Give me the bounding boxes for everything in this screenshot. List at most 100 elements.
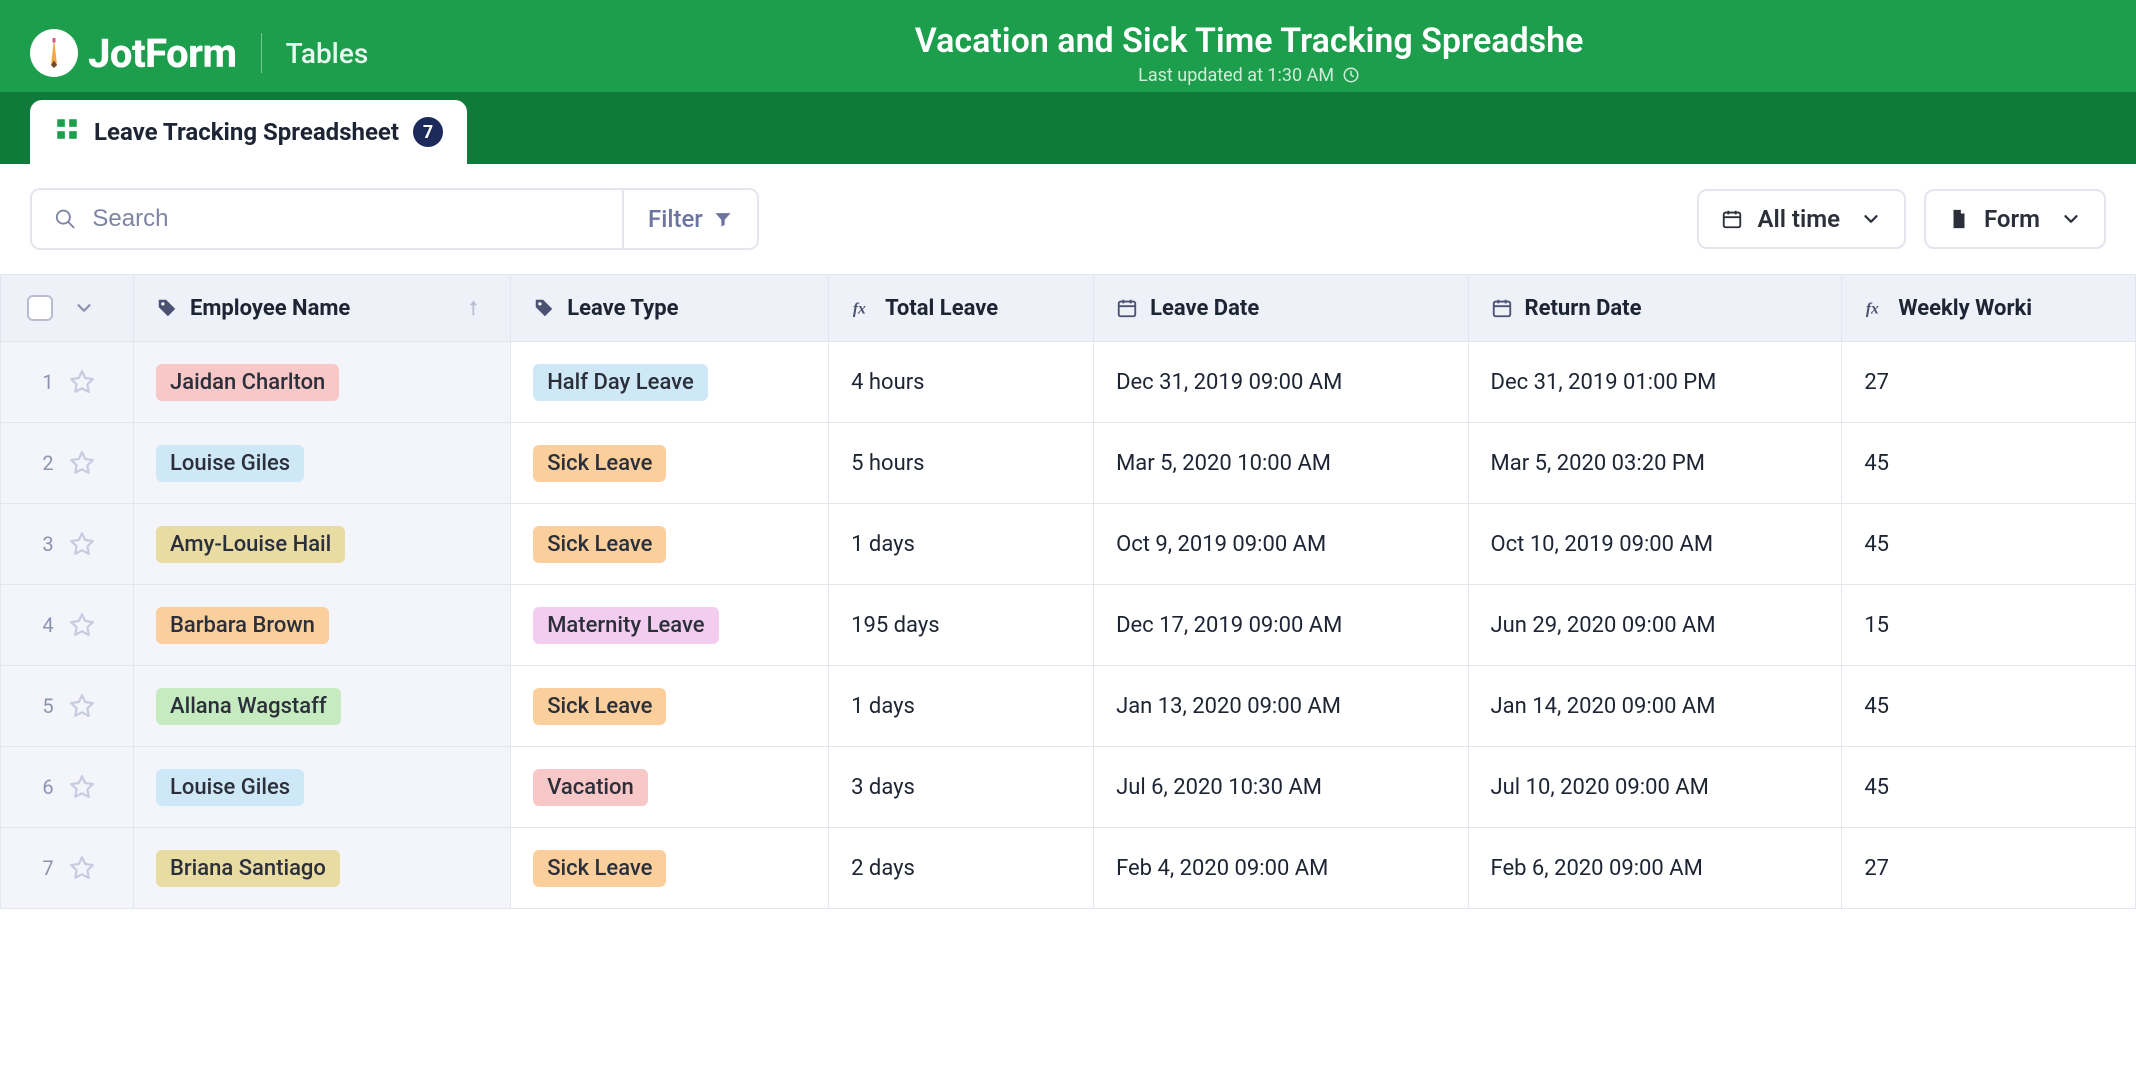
cell-leave-date[interactable]: Dec 17, 2019 09:00 AM [1094,585,1468,666]
column-label: Employee Name [190,296,350,321]
row-number: 5 [39,694,57,718]
star-icon[interactable] [69,612,95,638]
cell-leave-date[interactable]: Jul 6, 2020 10:30 AM [1094,747,1468,828]
table-row[interactable]: 2Louise GilesSick Leave5 hoursMar 5, 202… [1,423,2136,504]
cell-return-date[interactable]: Jul 10, 2020 09:00 AM [1468,747,1842,828]
app-header: JotForm Tables Vacation and Sick Time Tr… [0,0,2136,92]
cell-employee[interactable]: Allana Wagstaff [134,666,511,747]
cell-weekly-working[interactable]: 45 [1842,666,2136,747]
tab-label: Leave Tracking Spreadsheet [94,118,399,146]
cell-employee[interactable]: Barbara Brown [134,585,511,666]
chevron-down-icon [1860,208,1882,230]
cell-leave-date[interactable]: Dec 31, 2019 09:00 AM [1094,342,1468,423]
cell-employee[interactable]: Briana Santiago [134,828,511,909]
brand-logo[interactable]: JotForm [30,29,237,77]
calendar-icon [1721,208,1743,230]
calendar-icon [1491,297,1513,319]
star-icon[interactable] [69,450,95,476]
column-label: Weekly Worki [1898,296,2032,321]
timerange-button[interactable]: All time [1697,189,1906,249]
cell-leave-type[interactable]: Sick Leave [511,423,829,504]
cell-return-date[interactable]: Mar 5, 2020 03:20 PM [1468,423,1842,504]
cell-employee[interactable]: Louise Giles [134,747,511,828]
search-filter-group: Filter [30,188,759,250]
employee-chip: Jaidan Charlton [156,364,339,401]
cell-leave-date[interactable]: Mar 5, 2020 10:00 AM [1094,423,1468,504]
search-icon [54,207,76,231]
column-header-leave_date[interactable]: Leave Date [1094,275,1468,342]
cell-employee[interactable]: Amy-Louise Hail [134,504,511,585]
cell-leave-type[interactable]: Sick Leave [511,504,829,585]
cell-leave-type[interactable]: Maternity Leave [511,585,829,666]
column-label: Return Date [1525,296,1642,321]
cell-weekly-working[interactable]: 45 [1842,747,2136,828]
cell-total-leave[interactable]: 1 days [829,504,1094,585]
cell-total-leave[interactable]: 1 days [829,666,1094,747]
employee-chip: Barbara Brown [156,607,329,644]
cell-return-date[interactable]: Dec 31, 2019 01:00 PM [1468,342,1842,423]
product-name: Tables [286,37,369,70]
clock-icon [1342,66,1360,84]
cell-return-date[interactable]: Oct 10, 2019 09:00 AM [1468,504,1842,585]
cell-leave-type[interactable]: Vacation [511,747,829,828]
row-number: 3 [39,532,57,556]
fx-icon [1864,297,1886,319]
column-header-leave_type[interactable]: Leave Type [511,275,829,342]
star-icon[interactable] [69,531,95,557]
tag-icon [156,297,178,319]
row-gutter: 6 [1,747,134,828]
table-row[interactable]: 4Barbara BrownMaternity Leave195 daysDec… [1,585,2136,666]
cell-employee[interactable]: Jaidan Charlton [134,342,511,423]
cell-weekly-working[interactable]: 27 [1842,342,2136,423]
column-header-employee[interactable]: Employee Name [134,275,511,342]
cell-employee[interactable]: Louise Giles [134,423,511,504]
cell-weekly-working[interactable]: 15 [1842,585,2136,666]
select-all-checkbox[interactable] [27,295,53,321]
sort-icon[interactable] [466,297,488,319]
column-label: Leave Type [567,296,678,321]
cell-return-date[interactable]: Jan 14, 2020 09:00 AM [1468,666,1842,747]
cell-leave-date[interactable]: Oct 9, 2019 09:00 AM [1094,504,1468,585]
table-header-row: Employee Name Leave Type Total LeaveLeave … [1,275,2136,342]
cell-total-leave[interactable]: 5 hours [829,423,1094,504]
leave-type-chip: Sick Leave [533,688,666,725]
star-icon[interactable] [69,693,95,719]
cell-total-leave[interactable]: 195 days [829,585,1094,666]
table-row[interactable]: 1Jaidan CharltonHalf Day Leave4 hoursDec… [1,342,2136,423]
cell-leave-date[interactable]: Feb 4, 2020 09:00 AM [1094,828,1468,909]
cell-total-leave[interactable]: 4 hours [829,342,1094,423]
table-row[interactable]: 3 Amy-Louise HailSick Leave1 daysOct 9, 2… [1,504,2136,585]
star-icon[interactable] [69,855,95,881]
cell-weekly-working[interactable]: 27 [1842,828,2136,909]
column-header-return_date[interactable]: Return Date [1468,275,1842,342]
page-title[interactable]: Vacation and Sick Time Tracking Spreadsh… [839,21,1659,61]
column-header-total_leave[interactable]: Total Leave [829,275,1094,342]
table-row[interactable]: 5 Allana Wagstaff Sick Leave 1 daysJan 13, … [1,666,2136,747]
form-button[interactable]: Form [1924,189,2106,249]
employee-chip: Louise Giles [156,445,304,482]
table-scroll[interactable]: Employee Name Leave Type Total LeaveLeave … [0,274,2136,909]
cell-weekly-working[interactable]: 45 [1842,423,2136,504]
cell-leave-date[interactable]: Jan 13, 2020 09:00 AM [1094,666,1468,747]
grid-icon [54,116,80,148]
star-icon[interactable] [69,774,95,800]
select-header [1,275,134,342]
table-row[interactable]: 6Louise GilesVacation3 daysJul 6, 2020 1… [1,747,2136,828]
cell-leave-type[interactable]: Sick Leave [511,828,829,909]
cell-return-date[interactable]: Jun 29, 2020 09:00 AM [1468,585,1842,666]
cell-return-date[interactable]: Feb 6, 2020 09:00 AM [1468,828,1842,909]
leave-type-chip: Maternity Leave [533,607,718,644]
chevron-down-icon[interactable] [73,297,95,319]
tab-leave-tracking[interactable]: Leave Tracking Spreadsheet 7 [30,100,467,164]
search-input[interactable] [90,204,600,234]
cell-total-leave[interactable]: 2 days [829,828,1094,909]
cell-leave-type[interactable]: Half Day Leave [511,342,829,423]
filter-button[interactable]: Filter [622,190,757,248]
cell-total-leave[interactable]: 3 days [829,747,1094,828]
row-gutter: 2 [1,423,134,504]
column-header-weekly_working[interactable]: Weekly Worki [1842,275,2136,342]
table-row[interactable]: 7Briana SantiagoSick Leave2 daysFeb 4, 2… [1,828,2136,909]
cell-weekly-working[interactable]: 45 [1842,504,2136,585]
star-icon[interactable] [69,369,95,395]
cell-leave-type[interactable]: Sick Leave [511,666,829,747]
